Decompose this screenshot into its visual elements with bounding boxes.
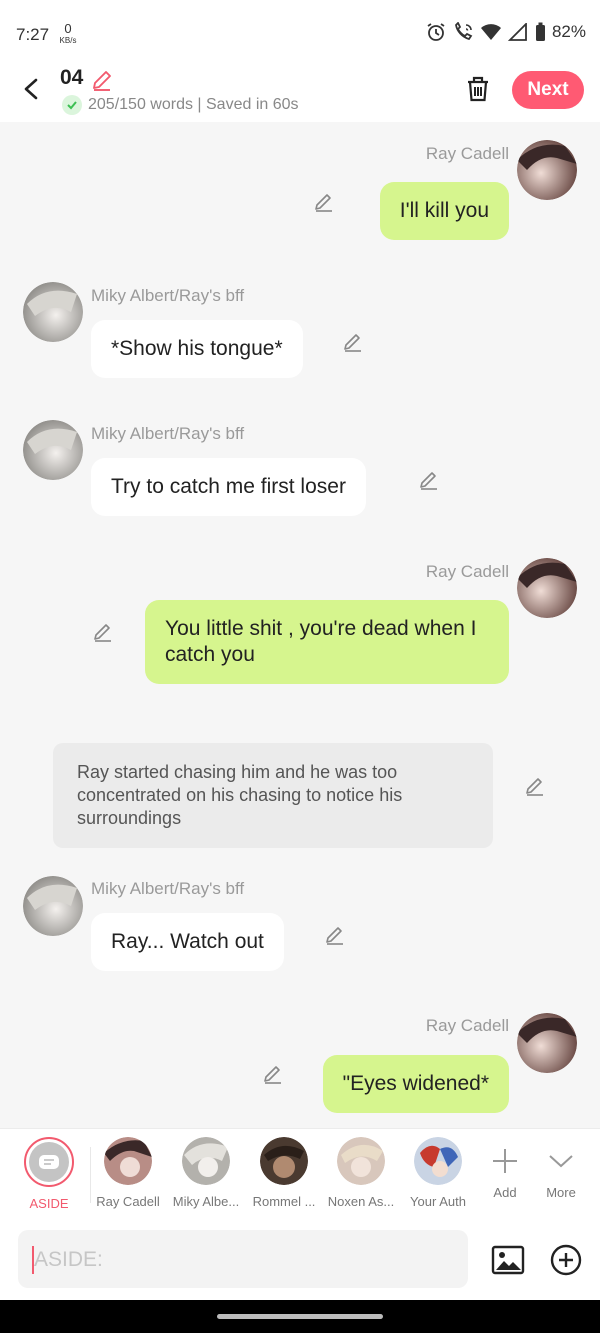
edit-message-button[interactable] [417,468,441,492]
message-input[interactable]: ASIDE: [18,1230,468,1288]
avatar [104,1137,152,1185]
signal-icon [507,23,527,41]
avatar-miky-albert[interactable] [23,420,83,480]
avatar-miky-albert[interactable] [23,282,83,342]
avatar-miky-albert[interactable] [23,876,83,936]
sender-name: Ray Cadell [425,1016,509,1035]
message-bubble[interactable]: "Eyes widened* [322,1055,509,1113]
word-count-line: 205/150 words | Saved in 60s [62,95,299,115]
avatar [414,1137,462,1185]
wifi-icon [480,24,501,40]
avatar-ray-cadell[interactable] [517,1013,577,1073]
pencil-icon [315,194,332,212]
home-indicator[interactable] [217,1314,383,1319]
status-bar: 7:27 0 KB/s 82% [0,0,600,60]
check-icon [62,95,82,115]
sender-name: Miky Albert/Ray's bff [91,286,245,305]
sender-name: Ray Cadell [425,562,509,581]
character-your-author[interactable]: Your Auth [401,1137,475,1209]
network-speed-value: 0 [64,21,72,36]
input-placeholder: ASIDE: [34,1248,103,1271]
message-bubble[interactable]: *Show his tongue* [91,320,303,378]
character-label: Noxen As... [327,1194,395,1209]
insert-image-button[interactable] [490,1242,526,1278]
character-label: Ray Cadell [96,1194,160,1209]
character-label: Miky Albe... [172,1194,240,1209]
avatar [337,1137,385,1185]
trash-icon [468,76,488,102]
word-count-status: 205/150 words | Saved in 60s [88,96,299,113]
character-ray-cadell[interactable]: Ray Cadell [91,1137,165,1209]
chevron-down-icon [549,1155,573,1168]
character-label: Your Auth [410,1194,466,1209]
battery-percent: 82% [551,22,586,41]
chat-area[interactable]: Ray Cadell I'll kill you Miky Albert/Ray… [0,122,600,1128]
chapter-title[interactable]: 04 [60,66,83,90]
sender-name: Miky Albert/Ray's bff [91,879,245,898]
input-bar: ASIDE: [0,1220,600,1300]
avatar [182,1137,230,1185]
status-time: 7:27 [16,25,50,44]
message-bubble[interactable]: You little shit , you're dead when I cat… [145,600,509,684]
message-bubble[interactable]: Ray... Watch out [91,913,284,971]
back-button[interactable] [18,74,46,104]
pencil-icon [93,71,111,91]
next-button[interactable]: Next [512,71,584,109]
pencil-icon [94,624,111,642]
plus-icon [493,1149,517,1173]
pencil-icon [526,778,543,796]
status-icons: 82% [426,22,586,42]
edit-message-button[interactable] [523,774,547,798]
character-selector: ASIDE Ray Cadell Miky Albe... Rommel ...… [0,1128,600,1220]
avatar-ray-cadell[interactable] [517,140,577,200]
more-options-button[interactable] [548,1242,584,1278]
character-miky-albert[interactable]: Miky Albe... [169,1137,243,1209]
avatar-ray-cadell[interactable] [517,558,577,618]
edit-message-button[interactable] [341,330,365,354]
message-bubble[interactable]: I'll kill you [379,182,509,240]
edit-message-button[interactable] [261,1062,285,1086]
pencil-icon [420,472,437,490]
sender-name: Miky Albert/Ray's bff [91,424,245,443]
character-label: More [546,1185,576,1200]
sender-name: Ray Cadell [425,144,509,163]
delete-button[interactable] [464,74,492,104]
battery-icon [535,22,545,41]
character-label: ASIDE [29,1196,69,1211]
character-label: Rommel ... [252,1194,316,1209]
edit-message-button[interactable] [91,620,115,644]
more-characters-button[interactable]: More [524,1137,598,1200]
network-speed: 0 KB/s [56,22,80,45]
edit-message-button[interactable] [323,923,347,947]
network-speed-unit: KB/s [59,36,77,45]
character-aside[interactable]: ASIDE [12,1137,86,1211]
plus-circle-icon [550,1244,582,1276]
system-nav-bar [0,1300,600,1333]
editor-header: 04 205/150 words | Saved in 60s Next [0,60,600,122]
back-arrow-icon [24,78,38,100]
alarm-icon [427,23,445,41]
wifi-call-icon [455,22,473,41]
character-noxen[interactable]: Noxen As... [324,1137,398,1209]
image-icon [491,1245,525,1275]
pencil-icon [326,927,343,945]
edit-message-button[interactable] [312,190,336,214]
aside-icon [39,1155,59,1169]
pencil-icon [344,334,361,352]
character-rommel[interactable]: Rommel ... [247,1137,321,1209]
message-bubble[interactable]: Try to catch me first loser [91,458,366,516]
aside-narration[interactable]: Ray started chasing him and he was too c… [53,743,493,848]
title-edit-button[interactable] [90,68,114,92]
avatar [260,1137,308,1185]
pencil-icon [264,1066,281,1084]
